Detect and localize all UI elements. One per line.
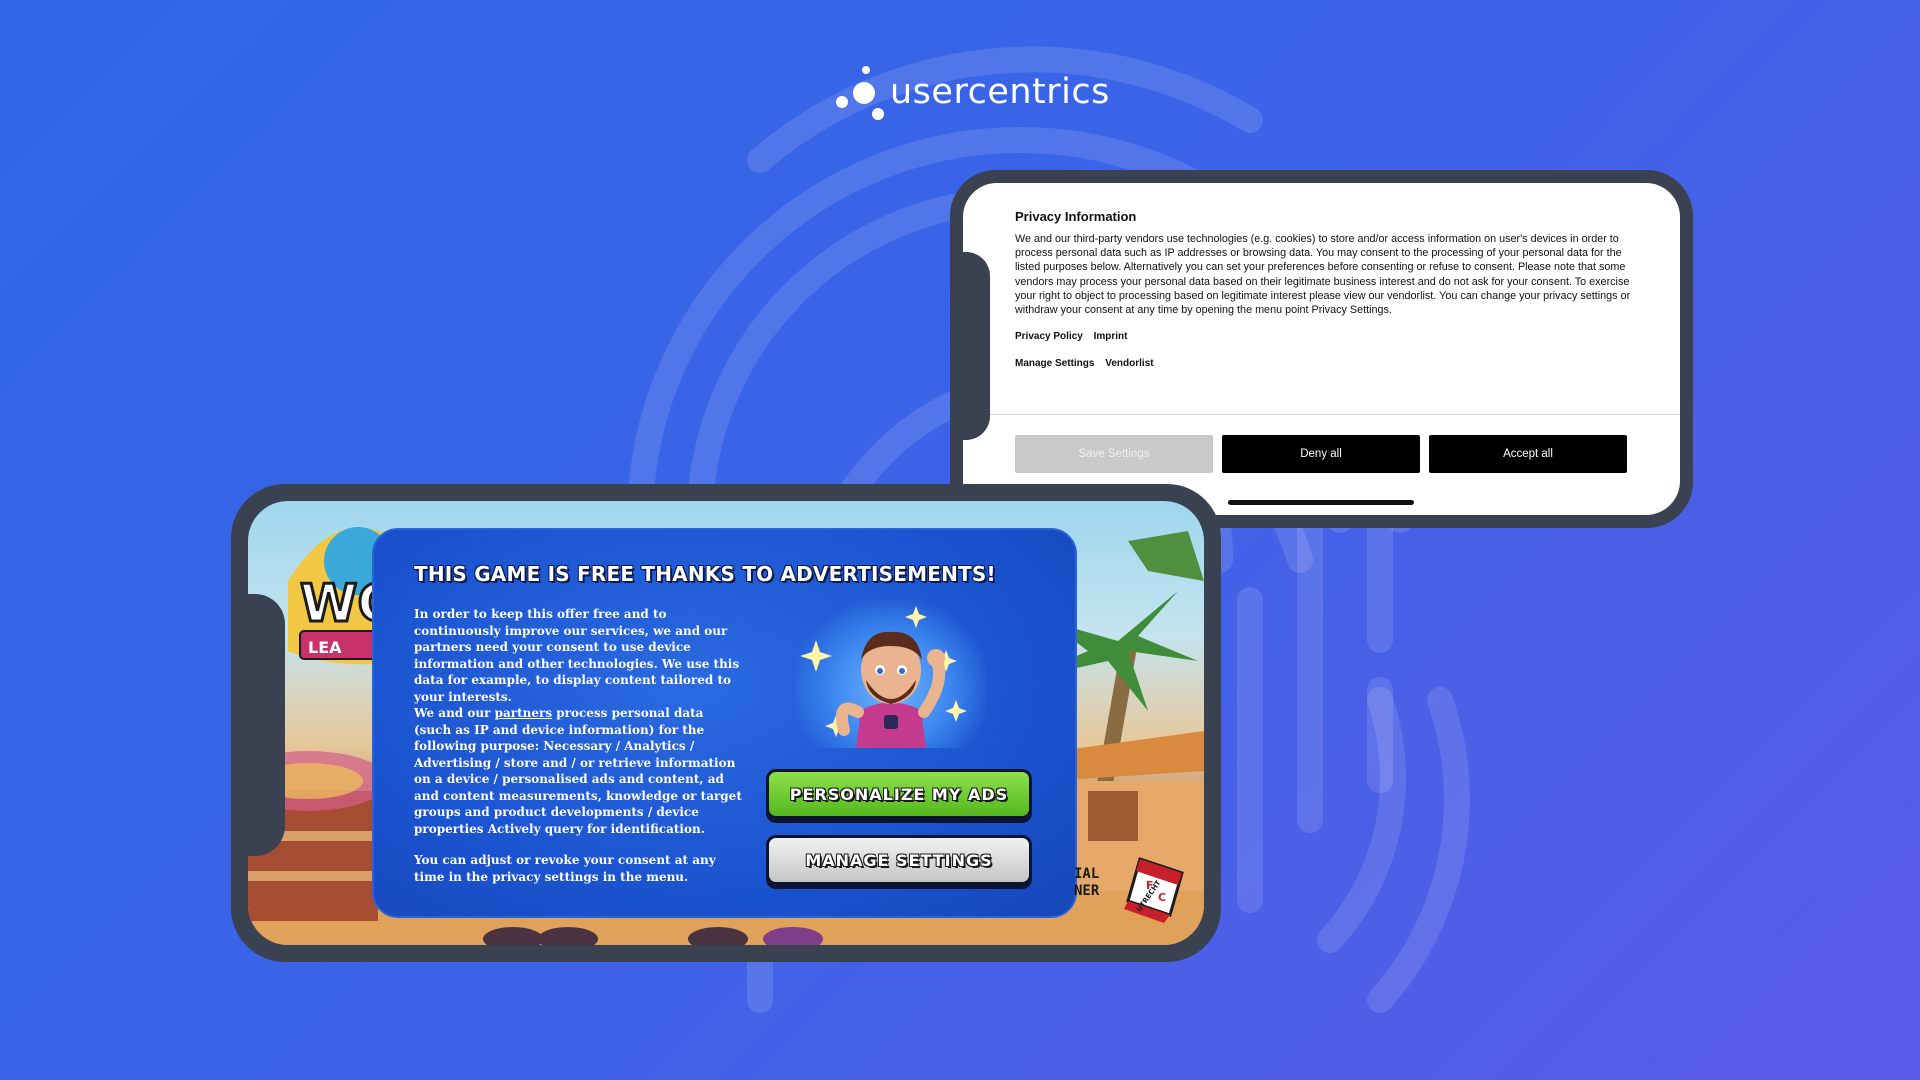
- logo-wordmark: usercentrics: [890, 72, 1110, 112]
- logo-dots-icon: [836, 66, 884, 120]
- privacy-divider: [963, 414, 1680, 415]
- game-logo-subtext: LEA: [308, 638, 342, 657]
- usercentrics-logo: usercentrics: [832, 64, 1109, 124]
- game-consent-paragraph-3: You can adjust or revoke your consent at…: [414, 853, 716, 884]
- privacy-policy-link[interactable]: Privacy Policy: [1015, 331, 1083, 342]
- sponsor-line-2: NER: [1074, 883, 1100, 899]
- partners-link[interactable]: partners: [495, 706, 552, 720]
- game-consent-paragraph-2: We and our partners process personal dat…: [414, 705, 744, 837]
- manage-settings-button[interactable]: MANAGE SETTINGS: [766, 835, 1032, 885]
- vendorlist-link[interactable]: Vendorlist: [1105, 358, 1153, 369]
- paragraph-2-prefix: We and our: [414, 706, 495, 720]
- privacy-screen: Privacy Information We and our third-par…: [963, 183, 1680, 515]
- deny-all-button[interactable]: Deny all: [1222, 435, 1420, 473]
- privacy-links-row-1: Privacy Policy Imprint: [1015, 331, 1136, 342]
- privacy-body-text: We and our third-party vendors use techn…: [1015, 233, 1631, 317]
- save-settings-button[interactable]: Save Settings: [1015, 435, 1213, 473]
- accept-all-button[interactable]: Accept all: [1429, 435, 1627, 473]
- privacy-links-row-2: Manage Settings Vendorlist: [1015, 358, 1162, 369]
- personalize-my-ads-button[interactable]: PERSONALIZE MY ADS: [766, 769, 1032, 819]
- phone-frame-right: Privacy Information We and our third-par…: [950, 170, 1693, 528]
- imprint-link[interactable]: Imprint: [1094, 331, 1128, 342]
- game-consent-dialog: THIS GAME IS FREE THANKS TO ADVERTISEMEN…: [372, 528, 1077, 918]
- manage-settings-link[interactable]: Manage Settings: [1015, 358, 1094, 369]
- sponsor-text: IAL NER: [1074, 866, 1099, 900]
- footballer-character-icon: [800, 606, 967, 748]
- phone-notch-left: [231, 594, 285, 856]
- sponsor-line-1: IAL: [1074, 866, 1100, 882]
- character-illustration: [796, 600, 986, 748]
- game-consent-paragraph-1: In order to keep this offer free and to …: [414, 607, 740, 704]
- phone-notch: [950, 252, 990, 440]
- paragraph-2-suffix: process personal data (such as IP and de…: [414, 706, 742, 836]
- home-indicator: [1228, 500, 1414, 505]
- privacy-title: Privacy Information: [1015, 209, 1137, 224]
- badge-letter-c: C: [1158, 891, 1166, 904]
- fc-utrecht-badge-icon: F C UTRECHT: [1124, 857, 1184, 923]
- game-consent-title: THIS GAME IS FREE THANKS TO ADVERTISEMEN…: [414, 562, 996, 586]
